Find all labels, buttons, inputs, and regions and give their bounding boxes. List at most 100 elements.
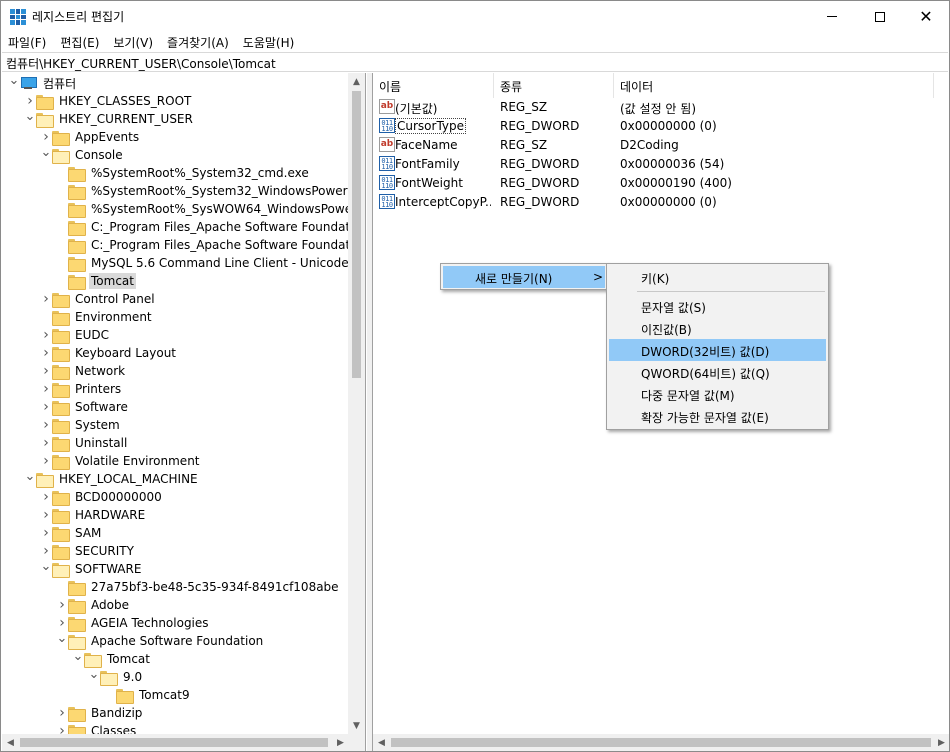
collapse-chevron-icon[interactable]: ⌄ [72,648,84,666]
collapse-chevron-icon[interactable]: ⌄ [24,108,36,126]
value-row[interactable]: ab FaceName REG_SZ D2Coding [373,136,933,155]
list-horizontal-scrollbar[interactable]: ◀ ▶ [373,734,949,751]
tree-node[interactable]: › BCD00000000 [40,488,164,506]
maximize-button[interactable] [857,1,903,32]
menu-view[interactable]: 보기(V) [106,32,160,52]
tree-node[interactable]: › AppEvents [40,128,141,146]
tree-node[interactable]: › HKEY_CLASSES_ROOT [24,92,193,110]
expand-chevron-icon[interactable]: › [40,398,52,416]
tree-node[interactable]: ⌄ 9.0 [88,666,144,686]
close-button[interactable]: ✕ [903,1,949,32]
tree-node[interactable]: ⌄ 컴퓨터 [8,73,78,92]
expand-chevron-icon[interactable]: › [40,380,52,398]
tree-node[interactable]: %SystemRoot%_SysWOW64_WindowsPowerShe [56,200,365,218]
tree-node[interactable]: ⌄ HKEY_LOCAL_MACHINE [24,468,200,488]
tree-node[interactable]: › Control Panel [40,290,157,308]
scroll-left-arrow-icon[interactable]: ◀ [2,734,19,751]
expand-chevron-icon[interactable]: › [40,542,52,560]
context-menu-new[interactable]: 새로 만들기(N) > [443,266,605,288]
tree-node[interactable]: Tomcat [56,272,136,290]
column-header-type[interactable]: 종류 [494,73,614,98]
expand-chevron-icon[interactable]: › [40,506,52,524]
expand-chevron-icon[interactable]: › [40,128,52,146]
expand-chevron-icon[interactable]: › [56,596,68,614]
tree-node[interactable]: › Volatile Environment [40,452,202,470]
tree-node[interactable]: ⌄ Apache Software Foundation [56,630,265,650]
submenu-string-value[interactable]: 문자열 값(S) [609,295,826,317]
submenu-multi-string-value[interactable]: 다중 문자열 값(M) [609,383,826,405]
column-header-data[interactable]: 데이터 [614,73,934,98]
collapse-chevron-icon[interactable]: ⌄ [40,144,52,162]
scroll-right-arrow-icon[interactable]: ▶ [933,734,949,751]
scrollbar-thumb[interactable] [391,738,931,747]
tree-node[interactable]: › System [40,416,122,434]
tree-node[interactable]: › Adobe [56,596,131,614]
tree-node[interactable]: ⌄ Console [40,144,125,164]
tree-node[interactable]: › Printers [40,380,123,398]
expand-chevron-icon[interactable]: › [40,488,52,506]
scrollbar-thumb[interactable] [20,738,328,747]
tree-node[interactable]: › EUDC [40,326,111,344]
address-bar[interactable]: 컴퓨터\HKEY_CURRENT_USER\Console\Tomcat [2,52,948,72]
tree-node[interactable]: 27a75bf3-be48-5c35-934f-8491cf108abe [56,578,341,596]
expand-chevron-icon[interactable]: › [40,290,52,308]
expand-chevron-icon[interactable]: › [40,344,52,362]
tree-node[interactable]: › Network [40,362,127,380]
submenu-key[interactable]: 키(K) [609,266,826,288]
menu-favorites[interactable]: 즐겨찾기(A) [160,32,236,52]
tree-horizontal-scrollbar[interactable]: ◀ ▶ [2,734,349,751]
tree-node[interactable]: › Keyboard Layout [40,344,178,362]
tree-node[interactable]: Environment [40,308,154,326]
submenu-dword-value[interactable]: DWORD(32비트) 값(D) [609,339,826,361]
tree-node[interactable]: › Uninstall [40,434,129,452]
tree-node[interactable]: › HARDWARE [40,506,147,524]
collapse-chevron-icon[interactable]: ⌄ [40,558,52,576]
expand-chevron-icon[interactable]: › [40,434,52,452]
scroll-left-arrow-icon[interactable]: ◀ [373,734,390,751]
tree-node[interactable]: ⌄ SOFTWARE [40,558,143,578]
menu-file[interactable]: 파일(F) [1,32,53,52]
tree-node[interactable]: › Bandizip [56,704,144,722]
value-row[interactable]: ab (기본값) REG_SZ (값 설정 안 됨) [373,98,933,117]
menu-help[interactable]: 도움말(H) [236,32,302,52]
collapse-chevron-icon[interactable]: ⌄ [88,666,100,684]
value-row[interactable]: 011 110 CursorType REG_DWORD 0x00000000 (0) [373,117,933,136]
tree-node[interactable]: Tomcat9 [104,686,192,704]
expand-chevron-icon[interactable]: › [40,416,52,434]
submenu-qword-value[interactable]: QWORD(64비트) 값(Q) [609,361,826,383]
scroll-right-arrow-icon[interactable]: ▶ [332,734,349,751]
scroll-down-arrow-icon[interactable]: ▼ [348,717,365,734]
tree-node[interactable]: › SAM [40,524,103,542]
tree-node[interactable]: ⌄ Tomcat [72,648,152,668]
submenu-binary-value[interactable]: 이진값(B) [609,317,826,339]
value-row[interactable]: 011 110 FontWeight REG_DWORD 0x00000190 (400… [373,174,933,193]
tree-node[interactable]: › AGEIA Technologies [56,614,211,632]
expand-chevron-icon[interactable]: › [56,704,68,722]
tree-node[interactable]: ⌄ HKEY_CURRENT_USER [24,108,195,128]
submenu-expandable-string-value[interactable]: 확장 가능한 문자열 값(E) [609,405,826,427]
menu-edit[interactable]: 편집(E) [53,32,106,52]
value-row[interactable]: 011 110 InterceptCopyP... REG_DWORD 0x000000… [373,193,933,212]
tree-node[interactable]: › Software [40,398,130,416]
minimize-button[interactable] [809,1,855,32]
expand-chevron-icon[interactable]: › [40,452,52,470]
tree-node[interactable]: C:_Program Files_Apache Software Foundat… [56,236,365,254]
tree-node[interactable]: › SECURITY [40,542,136,560]
tree-node[interactable]: %SystemRoot%_System32_cmd.exe [56,164,311,182]
collapse-chevron-icon[interactable]: ⌄ [56,630,68,648]
tree-node[interactable]: %SystemRoot%_System32_WindowsPowerShell_ [56,182,365,200]
expand-chevron-icon[interactable]: › [56,614,68,632]
tree-node[interactable]: C:_Program Files_Apache Software Foundat… [56,218,365,236]
expand-chevron-icon[interactable]: › [40,326,52,344]
tree-vertical-scrollbar[interactable]: ▲ ▼ [348,73,365,734]
value-row[interactable]: 011 110 FontFamily REG_DWORD 0x00000036 (54) [373,155,933,174]
scroll-up-arrow-icon[interactable]: ▲ [348,73,365,90]
collapse-chevron-icon[interactable]: ⌄ [24,468,36,486]
column-header-name[interactable]: 이름 [373,73,494,98]
tree-node[interactable]: MySQL 5.6 Command Line Client - Unicode [56,254,351,272]
scrollbar-thumb[interactable] [352,91,361,378]
expand-chevron-icon[interactable]: › [40,524,52,542]
expand-chevron-icon[interactable]: › [24,92,36,110]
collapse-chevron-icon[interactable]: ⌄ [8,73,20,90]
expand-chevron-icon[interactable]: › [40,362,52,380]
